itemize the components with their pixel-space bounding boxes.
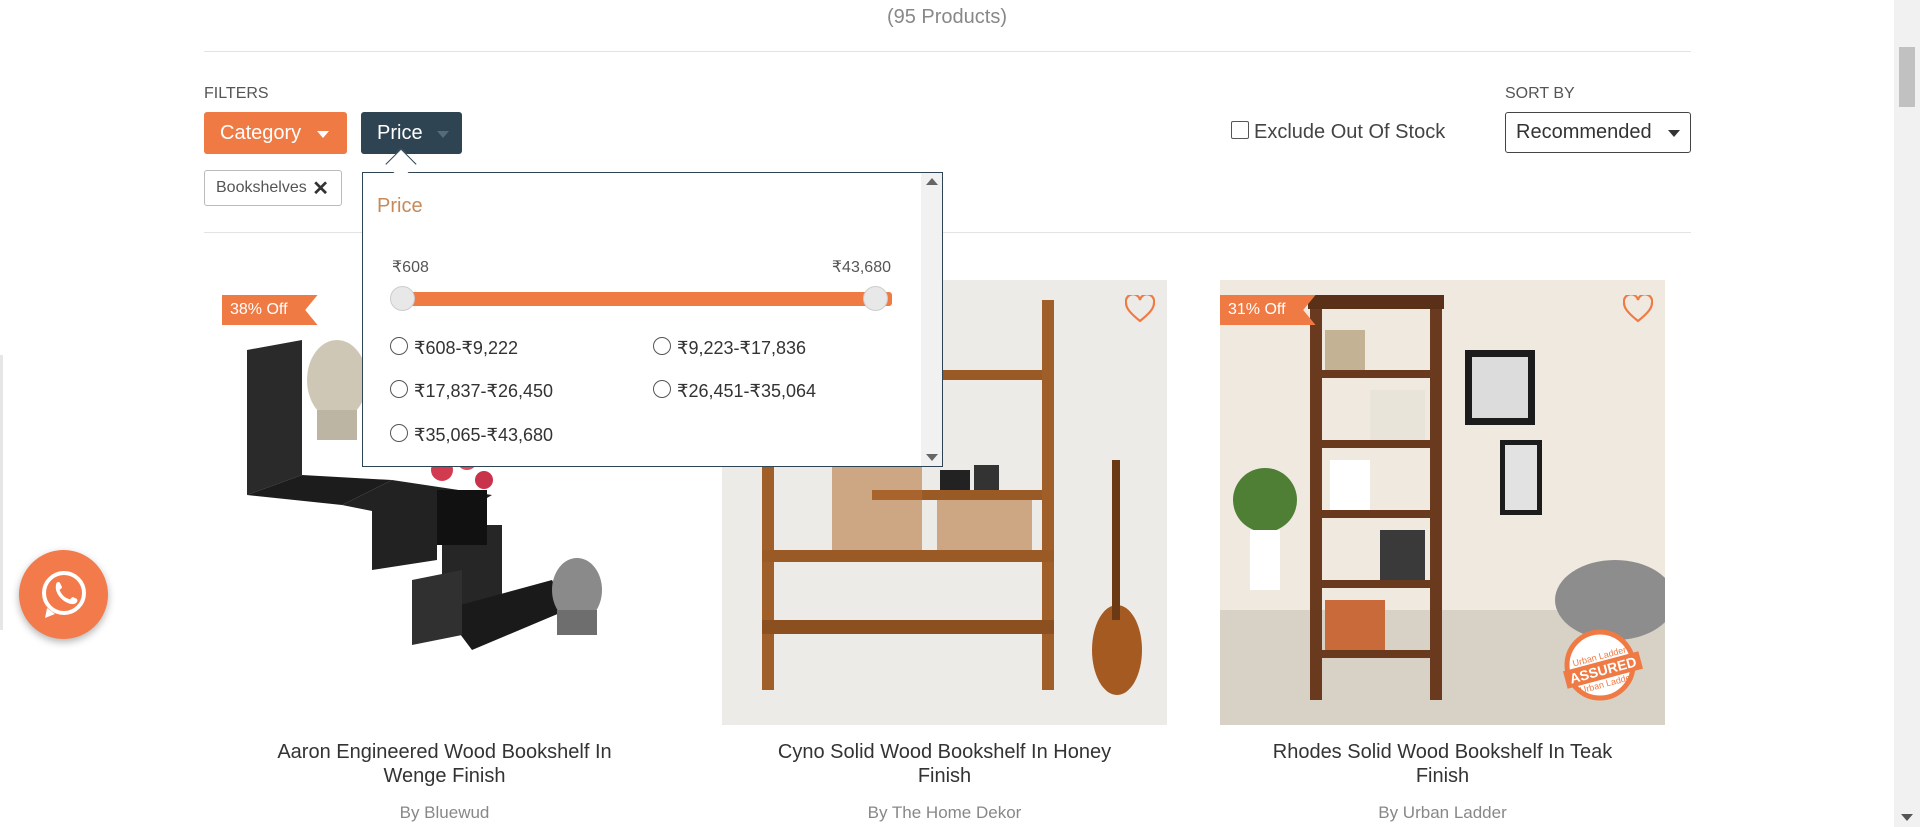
applied-filter-label: Bookshelves [216, 179, 307, 196]
price-range-option[interactable]: ₹35,065-₹43,680 [390, 423, 554, 446]
chevron-down-icon [436, 131, 449, 138]
heart-icon[interactable] [1623, 295, 1653, 323]
filters-label: FILTERS [204, 85, 269, 102]
price-range-option[interactable]: ₹17,837-₹26,450 [390, 379, 554, 402]
price-max-label: ₹43,680 [831, 259, 891, 276]
price-slider-max-handle[interactable] [863, 286, 888, 311]
price-range-option[interactable]: ₹26,451-₹35,064 [653, 379, 817, 402]
category-filter-label: Category [220, 121, 302, 144]
heart-icon[interactable] [1125, 295, 1155, 323]
exclude-out-of-stock-checkbox[interactable] [1231, 120, 1249, 139]
product-name[interactable]: Rhodes Solid Wood Bookshelf In Teak Fini… [1220, 740, 1665, 788]
whatsapp-icon [41, 570, 86, 618]
radio-button[interactable] [390, 379, 408, 398]
radio-button[interactable] [390, 336, 408, 355]
side-panel-edge [0, 355, 3, 630]
price-range-option[interactable]: ₹9,223-₹17,836 [653, 336, 806, 359]
product-name[interactable]: Cyno Solid Wood Bookshelf In Honey Finis… [722, 740, 1167, 788]
chevron-down-icon [1668, 130, 1680, 137]
radio-button[interactable] [390, 423, 408, 442]
product-brand[interactable]: By Bluewud [222, 803, 667, 823]
close-icon[interactable]: ✕ [312, 176, 329, 201]
price-dropdown: Price ₹608 ₹43,680 ₹608-₹9,222 ₹9,223-₹1… [362, 172, 943, 467]
divider [204, 51, 1691, 52]
whatsapp-chat-button[interactable] [19, 550, 108, 639]
product-card[interactable]: 31% Off Urban Ladder ASSURED Urban Ladde… [1220, 280, 1665, 823]
product-brand[interactable]: By Urban Ladder [1220, 803, 1665, 823]
price-range-label: ₹26,451-₹35,064 [677, 381, 817, 401]
applied-filter-chip: Bookshelves ✕ [204, 170, 342, 206]
exclude-out-of-stock-label: Exclude Out Of Stock [1254, 121, 1446, 143]
price-range-option[interactable]: ₹608-₹9,222 [390, 336, 518, 359]
product-count: (95 Products) [886, 6, 1008, 28]
radio-button[interactable] [653, 336, 671, 355]
sort-select[interactable]: Recommended [1505, 112, 1691, 153]
price-filter-label: Price [377, 121, 423, 144]
sort-label: SORT BY [1505, 85, 1575, 102]
product-brand[interactable]: By The Home Dekor [722, 803, 1167, 823]
product-image[interactable]: 31% Off Urban Ladder ASSURED Urban Ladde… [1220, 280, 1665, 725]
chevron-down-icon [317, 131, 330, 138]
discount-badge: 31% Off [1220, 295, 1316, 325]
price-range-label: ₹17,837-₹26,450 [414, 381, 554, 401]
price-range-slider[interactable] [401, 292, 892, 306]
scroll-down-icon[interactable] [926, 454, 938, 461]
product-name[interactable]: Aaron Engineered Wood Bookshelf In Wenge… [222, 740, 667, 788]
price-filter-button[interactable]: Price [361, 112, 462, 154]
price-dropdown-title: Price [377, 195, 423, 217]
radio-button[interactable] [653, 379, 671, 398]
scroll-up-icon[interactable] [926, 178, 938, 185]
dropdown-scrollbar[interactable] [921, 173, 942, 466]
category-filter-button[interactable]: Category [204, 112, 347, 154]
price-min-label: ₹608 [392, 259, 429, 276]
scroll-down-icon[interactable] [1901, 814, 1913, 821]
price-slider-min-handle[interactable] [390, 286, 415, 311]
price-range-label: ₹608-₹9,222 [414, 338, 518, 358]
discount-badge: 38% Off [222, 295, 318, 325]
exclude-out-of-stock-toggle[interactable]: Exclude Out Of Stock [1231, 120, 1446, 144]
sort-selected-value: Recommended [1516, 121, 1652, 143]
page-scrollbar[interactable] [1894, 0, 1920, 827]
price-range-label: ₹9,223-₹17,836 [677, 338, 806, 358]
scrollbar-thumb[interactable] [1899, 47, 1915, 107]
price-range-label: ₹35,065-₹43,680 [414, 425, 554, 445]
